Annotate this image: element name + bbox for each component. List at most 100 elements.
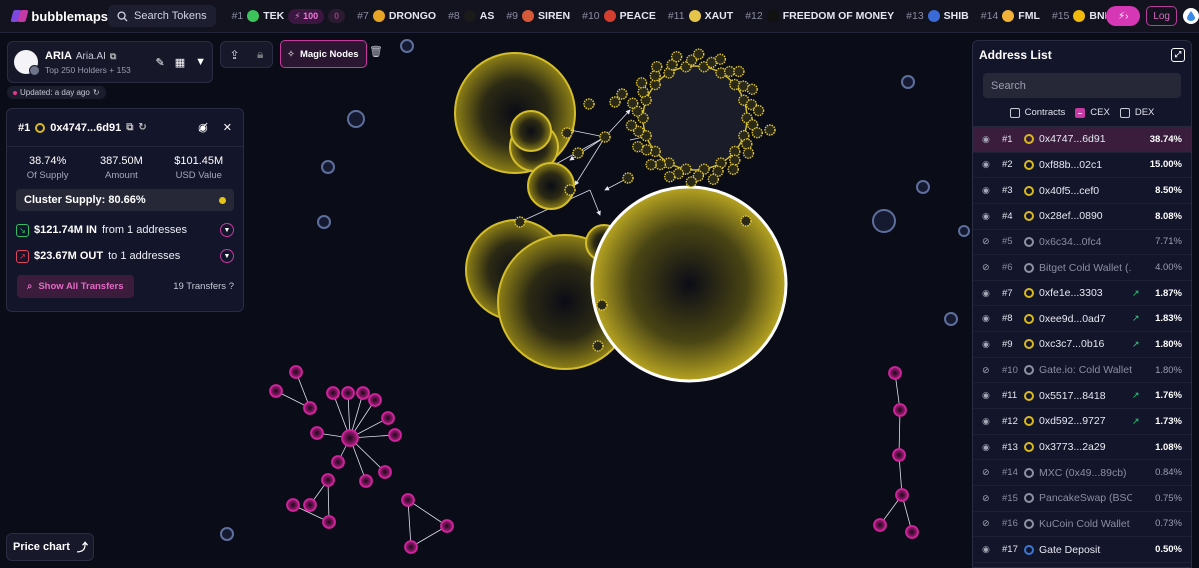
cex-node[interactable]	[269, 384, 283, 398]
holder-node[interactable]	[599, 131, 611, 143]
holder-node[interactable]	[741, 138, 753, 150]
wallet-node[interactable]	[872, 209, 896, 233]
refresh-icon[interactable]: ↻	[93, 88, 100, 97]
holder-node[interactable]	[649, 70, 661, 82]
filter-icon[interactable]: ▼	[195, 56, 206, 69]
trending-token-xaut[interactable]: #11 XAUT	[662, 10, 739, 22]
eye-icon[interactable]: ◉	[982, 416, 996, 427]
help-icon[interactable]: ?	[229, 281, 234, 292]
holder-node[interactable]	[514, 216, 526, 228]
address-row[interactable]: ⊘ #5 0x6c34...0fc4 7.71%	[973, 230, 1191, 256]
holder-node[interactable]	[651, 60, 663, 73]
holder-node[interactable]	[663, 157, 675, 169]
holder-node[interactable]	[737, 80, 750, 92]
transfer-edge[interactable]	[604, 109, 631, 138]
address-row[interactable]: ◉ #17 Gate Deposit 0.50%	[973, 537, 1191, 563]
expand-icon[interactable]: ⤢	[1171, 48, 1185, 62]
magic-nodes-button[interactable]: ✧ Magic Nodes	[280, 40, 367, 68]
cex-node[interactable]	[321, 473, 335, 487]
address-row[interactable]: ◉ #12 0xd592...9727 ↗ 1.73%	[973, 409, 1191, 435]
holder-node[interactable]	[729, 154, 741, 166]
filter-dex[interactable]: DEX	[1119, 107, 1154, 118]
address-row[interactable]: ◉ #13 0x3773...2a29 1.08%	[973, 435, 1191, 461]
address-row[interactable]: ⊘ #6 Bitget Cold Wallet (... 4.00%	[973, 255, 1191, 281]
holder-node[interactable]	[685, 176, 697, 188]
trash-icon[interactable]: 🗑︎	[369, 45, 383, 58]
address-row[interactable]: ◉ #9 0xc3c7...0b16 ↗ 1.80%	[973, 332, 1191, 358]
cex-node[interactable]	[341, 386, 355, 400]
holder-node[interactable]	[625, 119, 638, 132]
wallet-node[interactable]	[220, 527, 234, 541]
chevron-down-icon[interactable]: ▼	[220, 249, 234, 263]
transfer-edge[interactable]	[574, 136, 606, 186]
cex-node[interactable]	[310, 426, 324, 440]
cex-node[interactable]	[440, 519, 454, 533]
transfer-edge[interactable]	[407, 499, 414, 548]
holder-node[interactable]	[752, 104, 765, 117]
holder-node[interactable]	[627, 97, 639, 109]
cluster-supply-bar[interactable]: Cluster Supply: 80.66%	[16, 189, 234, 211]
holder-node[interactable]	[670, 50, 683, 63]
address-row[interactable]: ⊘ #15 PancakeSwap (BSC-... 0.75%	[973, 486, 1191, 512]
holder-node[interactable]	[561, 127, 573, 139]
holder-node[interactable]	[564, 184, 576, 196]
holder-node[interactable]	[742, 147, 755, 159]
wallet-node[interactable]	[944, 312, 958, 326]
login-button[interactable]: Log	[1146, 6, 1177, 26]
checkbox-icon[interactable]	[1009, 107, 1020, 118]
eye-icon[interactable]: ◉	[982, 313, 996, 324]
lock-icon[interactable]: 🔒︎	[257, 47, 263, 62]
bubblemaps-logo[interactable]: bubblemaps	[0, 9, 108, 24]
cex-node[interactable]	[893, 403, 907, 417]
boost-zero-badge[interactable]: 0	[328, 9, 346, 23]
cex-node[interactable]	[322, 515, 336, 529]
cex-node[interactable]	[401, 493, 415, 507]
checkbox-icon[interactable]	[1075, 107, 1086, 118]
holder-node[interactable]	[723, 65, 736, 78]
eye-icon[interactable]: ◉	[982, 544, 996, 555]
cex-node[interactable]	[289, 365, 303, 379]
filter-contracts[interactable]: Contracts	[1009, 107, 1065, 118]
trending-token-shib[interactable]: #13 SHIB	[900, 10, 975, 22]
holder-bubble[interactable]	[590, 185, 788, 383]
eye-icon[interactable]: ◉	[982, 288, 996, 299]
eye-off-icon[interactable]: ⊘	[982, 236, 996, 247]
show-all-transfers-button[interactable]: ⌕ Show All Transfers	[17, 275, 134, 298]
cex-node[interactable]	[303, 401, 317, 415]
eye-off-icon[interactable]: ⊘	[982, 518, 996, 529]
cex-node[interactable]	[873, 518, 887, 532]
edit-icon[interactable]: ✎	[155, 56, 164, 69]
cex-node[interactable]	[905, 525, 919, 539]
cex-node[interactable]	[888, 366, 902, 380]
cex-node[interactable]	[331, 455, 345, 469]
transfer-edge[interactable]	[407, 499, 448, 527]
address-row[interactable]: ⊘ #10 Gate.io: Cold Wallet (... 1.80%	[973, 358, 1191, 384]
trending-token-bnbxbt[interactable]: #15 BNBXBT	[1046, 10, 1106, 22]
holder-node[interactable]	[751, 127, 763, 139]
wallet-node[interactable]	[400, 39, 414, 53]
eye-off-icon[interactable]: ⊘	[982, 467, 996, 478]
cex-node[interactable]	[368, 393, 382, 407]
address-row[interactable]: ◉ #1 0x4747...6d91 38.74%	[973, 127, 1191, 153]
cex-node[interactable]	[381, 411, 395, 425]
holder-node[interactable]	[746, 83, 758, 95]
share-icon[interactable]: ⇪	[230, 48, 240, 62]
holder-node[interactable]	[645, 158, 657, 171]
holder-node[interactable]	[592, 340, 604, 352]
trending-token-tek[interactable]: #1 TEK ⚡ 100 0	[226, 8, 352, 24]
boost-button[interactable]: ⚡›	[1106, 6, 1141, 26]
holder-node[interactable]	[727, 163, 739, 176]
holder-node[interactable]	[740, 215, 752, 227]
eye-off-icon[interactable]: ⊘	[982, 262, 996, 273]
address-row[interactable]: ◉ #11 0x5517...8418 ↗ 1.76%	[973, 383, 1191, 410]
wallet-node[interactable]	[901, 75, 915, 89]
trending-token-peace[interactable]: #10 PEACE	[576, 10, 662, 22]
eye-icon[interactable]: ◉	[982, 442, 996, 453]
address-row[interactable]: ◉ #7 0xfe1e...3303 ↗ 1.87%	[973, 281, 1191, 307]
checkbox-icon[interactable]	[1119, 107, 1130, 118]
trending-token-fml[interactable]: #14 FML	[975, 10, 1046, 22]
address-row[interactable]: ◉ #3 0x40f5...cef0 8.50%	[973, 178, 1191, 204]
wallet-drop-icon[interactable]	[1183, 8, 1199, 24]
eye-icon[interactable]: ◉	[982, 339, 996, 350]
cex-node[interactable]	[388, 428, 402, 442]
